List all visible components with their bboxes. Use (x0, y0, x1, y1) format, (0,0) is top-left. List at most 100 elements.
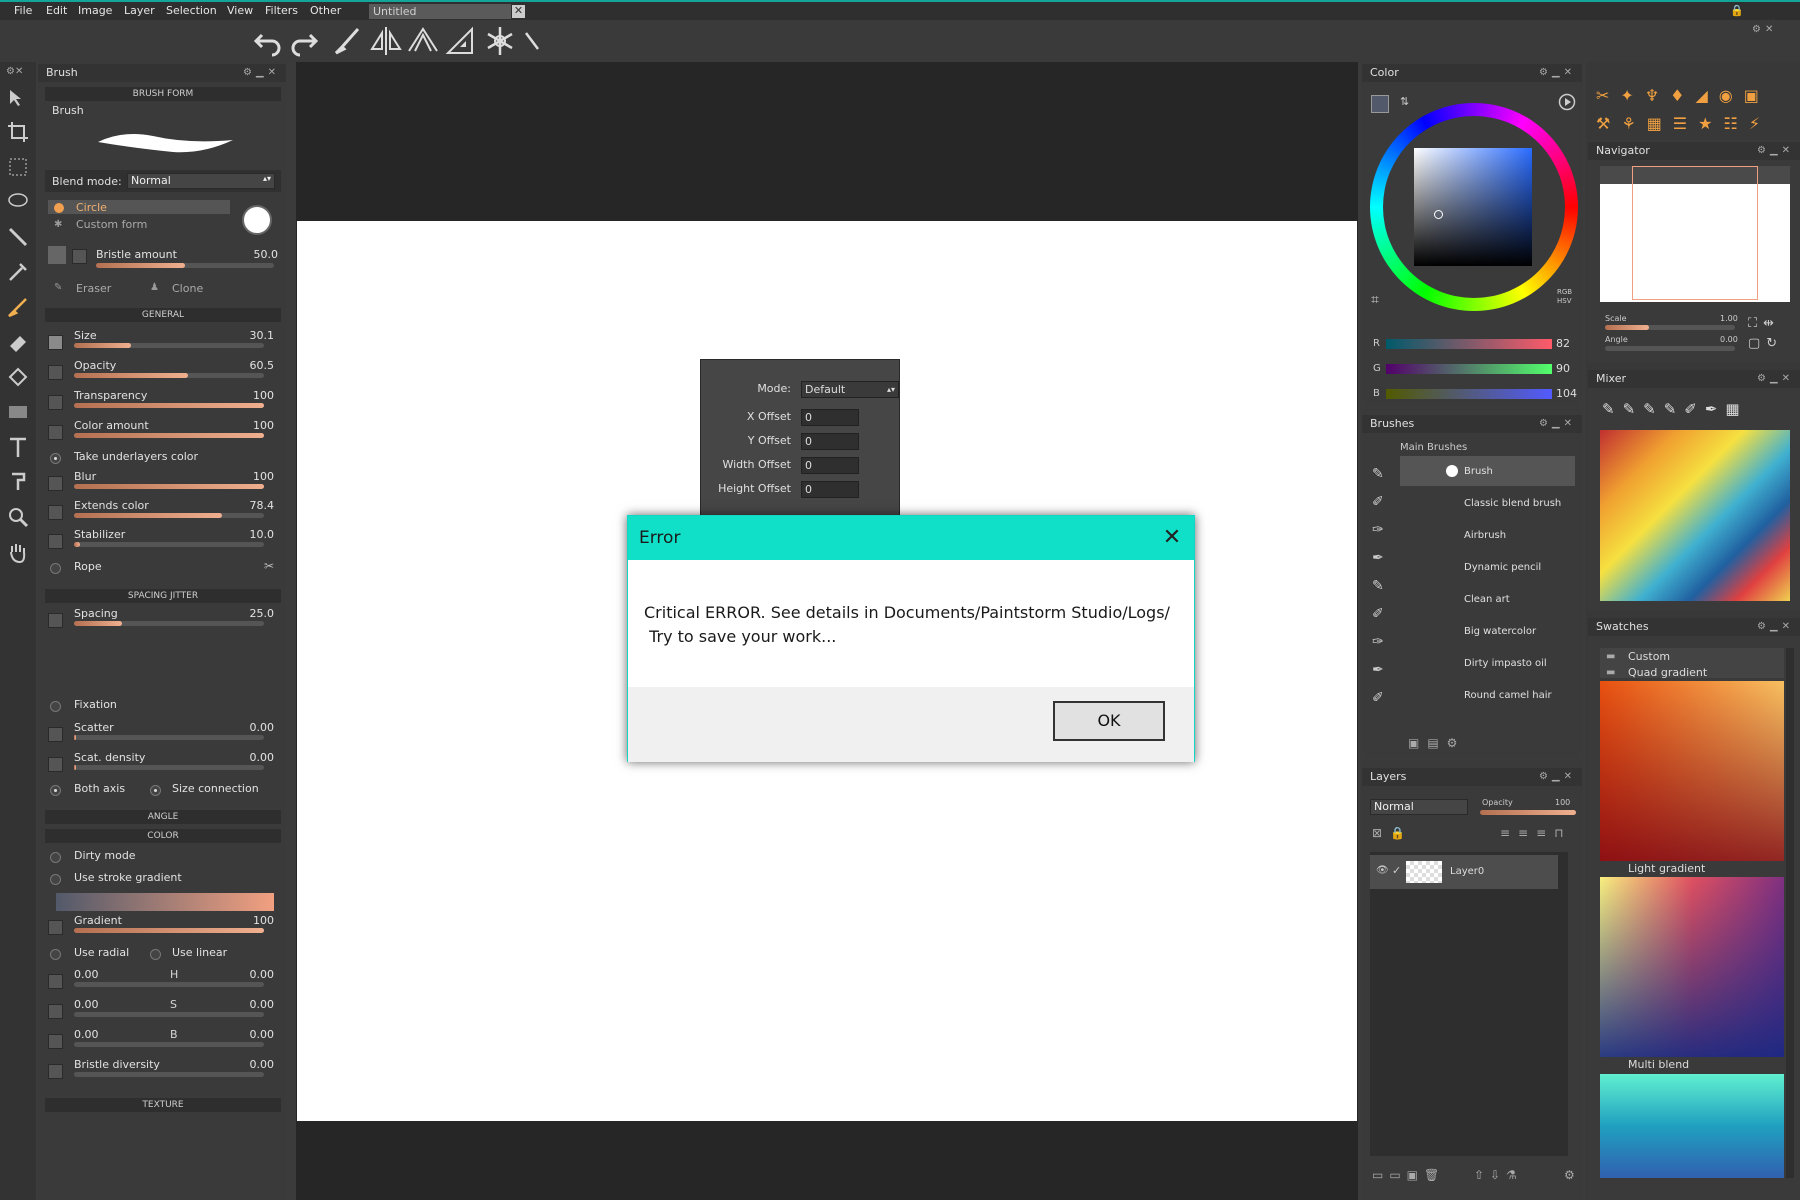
zoom-icon[interactable] (6, 505, 30, 529)
eraser-icon[interactable] (6, 330, 30, 354)
size-connection-radio[interactable] (150, 785, 161, 796)
clone-mode[interactable]: Clone (172, 282, 203, 295)
stabilizer-slider[interactable] (74, 542, 264, 547)
transparency-slider[interactable] (74, 403, 264, 408)
fixation-radio[interactable] (50, 701, 61, 712)
brush-category-icons[interactable]: ✎ ✐ ✑ ✒ ✎ ✐ ✑ ✒ ✐ (1372, 460, 1390, 730)
section-brush-form[interactable]: BRUSH FORM (45, 87, 281, 101)
gradient-icon[interactable] (6, 400, 30, 424)
mixer-controls-icon[interactable]: ⚙▁✕ (1757, 370, 1794, 388)
r-channel-slider[interactable] (1386, 339, 1552, 349)
bristle-diversity-checkbox[interactable] (48, 1064, 63, 1079)
blur-slider[interactable] (74, 484, 264, 489)
use-radial-radio[interactable] (50, 949, 61, 960)
mirror-icon[interactable] (370, 25, 402, 57)
x-offset-input[interactable]: 0 (801, 409, 859, 426)
gradient-checkbox[interactable] (48, 920, 63, 935)
brush-item-clean-art[interactable]: Clean art (1400, 584, 1575, 614)
section-texture[interactable]: TEXTURE (45, 1098, 281, 1112)
stroke-gradient-bar[interactable] (56, 893, 274, 911)
section-general[interactable]: GENERAL (45, 308, 281, 322)
menu-edit[interactable]: Edit (46, 4, 67, 17)
color-amount-checkbox[interactable] (48, 425, 63, 440)
brushes-panel-controls-icon[interactable]: ⚙▁✕ (1539, 415, 1576, 433)
tools-settings-icon[interactable]: ⚙✕ (6, 66, 23, 77)
undo-icon[interactable] (252, 25, 284, 57)
menu-layer[interactable]: Layer (124, 4, 155, 17)
close-tab-icon[interactable]: ✕ (512, 5, 525, 18)
brightness-slider[interactable] (74, 1042, 264, 1047)
multi-blend-swatches[interactable] (1600, 1074, 1784, 1178)
form-custom-label[interactable]: Custom form (76, 218, 147, 231)
brush-item-big-watercolor[interactable]: Big watercolor (1400, 616, 1575, 646)
crop-tool-icon[interactable] (6, 120, 30, 144)
nav-angle-slider[interactable] (1605, 346, 1735, 351)
hue-slider[interactable] (74, 982, 264, 987)
swatch-group-custom[interactable]: Custom (1628, 650, 1670, 663)
redo-icon[interactable] (288, 25, 320, 57)
menu-file[interactable]: File (14, 4, 32, 17)
section-color[interactable]: COLOR (45, 829, 281, 843)
layer-actions-icons[interactable]: ▭▭▣🗑 (1372, 1168, 1445, 1182)
section-spacing-jitter[interactable]: SPACING JITTER (45, 589, 281, 603)
eyedropper-icon[interactable] (6, 260, 30, 284)
height-offset-input[interactable]: 0 (801, 481, 859, 498)
spacing-slider[interactable] (74, 621, 264, 626)
bristle-slider[interactable] (96, 263, 274, 268)
brush-icon[interactable] (6, 295, 30, 319)
extends-color-checkbox[interactable] (48, 505, 63, 520)
stroke-gradient-radio[interactable] (50, 874, 61, 885)
y-offset-input[interactable]: 0 (801, 433, 859, 450)
pen-icon[interactable] (522, 25, 542, 57)
size-slider[interactable] (74, 343, 264, 348)
bristle-checkbox[interactable] (72, 249, 87, 264)
color-amount-slider[interactable] (74, 433, 264, 438)
dirty-mode-radio[interactable] (50, 852, 61, 863)
brush-item-dynamic-pencil[interactable]: Dynamic pencil (1400, 552, 1575, 582)
menu-filters[interactable]: Filters (265, 4, 298, 17)
mixer-canvas[interactable] (1600, 430, 1790, 601)
transparency-checkbox[interactable] (48, 395, 63, 410)
size-checkbox[interactable] (48, 335, 63, 350)
extends-color-slider[interactable] (74, 513, 264, 518)
color-panel-controls-icon[interactable]: ⚙▁✕ (1539, 64, 1576, 82)
text-tool-icon[interactable] (6, 435, 30, 459)
scat-density-slider[interactable] (74, 765, 264, 770)
swatch-group-multi[interactable]: Multi blend (1628, 1058, 1689, 1071)
mode-select[interactable]: Default ▴▾ (801, 381, 899, 398)
layer-check-icon[interactable]: ✓ (1392, 864, 1401, 877)
hand-icon[interactable] (6, 540, 30, 564)
brush-item-classic-blend[interactable]: Classic blend brush (1400, 488, 1575, 518)
g-channel-slider[interactable] (1386, 364, 1552, 374)
eraser-mode[interactable]: Eraser (76, 282, 111, 295)
blur-checkbox[interactable] (48, 476, 63, 491)
opacity-checkbox[interactable] (48, 365, 63, 380)
ok-button[interactable]: OK (1053, 701, 1165, 741)
brush-item-airbrush[interactable]: Airbrush (1400, 520, 1575, 550)
navigator-viewport[interactable] (1632, 166, 1758, 300)
bristle-brush-icon[interactable] (48, 246, 66, 264)
take-underlayers-radio[interactable] (50, 453, 61, 464)
menu-view[interactable]: View (227, 4, 253, 17)
menu-other[interactable]: Other (310, 4, 341, 17)
gradient-slider[interactable] (74, 928, 264, 933)
layer-lock-icons[interactable]: ⊠🔒 (1372, 826, 1413, 840)
both-axis-radio[interactable] (50, 785, 61, 796)
ruler-icon[interactable] (444, 25, 476, 57)
swap-colors-icon[interactable]: ⇅ (1400, 95, 1409, 108)
play-icon[interactable] (1558, 93, 1576, 111)
bristle-diversity-slider[interactable] (74, 1072, 264, 1077)
saturation-slider[interactable] (74, 1012, 264, 1017)
magic-wand-icon[interactable] (6, 225, 30, 249)
swatches-scrollbar[interactable] (1786, 648, 1794, 1178)
color-picker-cursor[interactable] (1434, 210, 1443, 219)
swatch-group-quad[interactable]: Quad gradient (1628, 666, 1707, 679)
stabilizer-checkbox[interactable] (48, 534, 63, 549)
brightness-checkbox[interactable] (48, 1034, 63, 1049)
navigator-controls-icon[interactable]: ⚙▁✕ (1757, 142, 1794, 160)
panel-settings-icon[interactable]: ⚙✕ (1752, 24, 1777, 35)
menu-selection[interactable]: Selection (166, 4, 217, 17)
swatch-group-light[interactable]: Light gradient (1628, 862, 1705, 875)
nav-scale-slider[interactable] (1605, 325, 1735, 330)
rope-settings-icon[interactable]: ✂ (264, 559, 274, 573)
